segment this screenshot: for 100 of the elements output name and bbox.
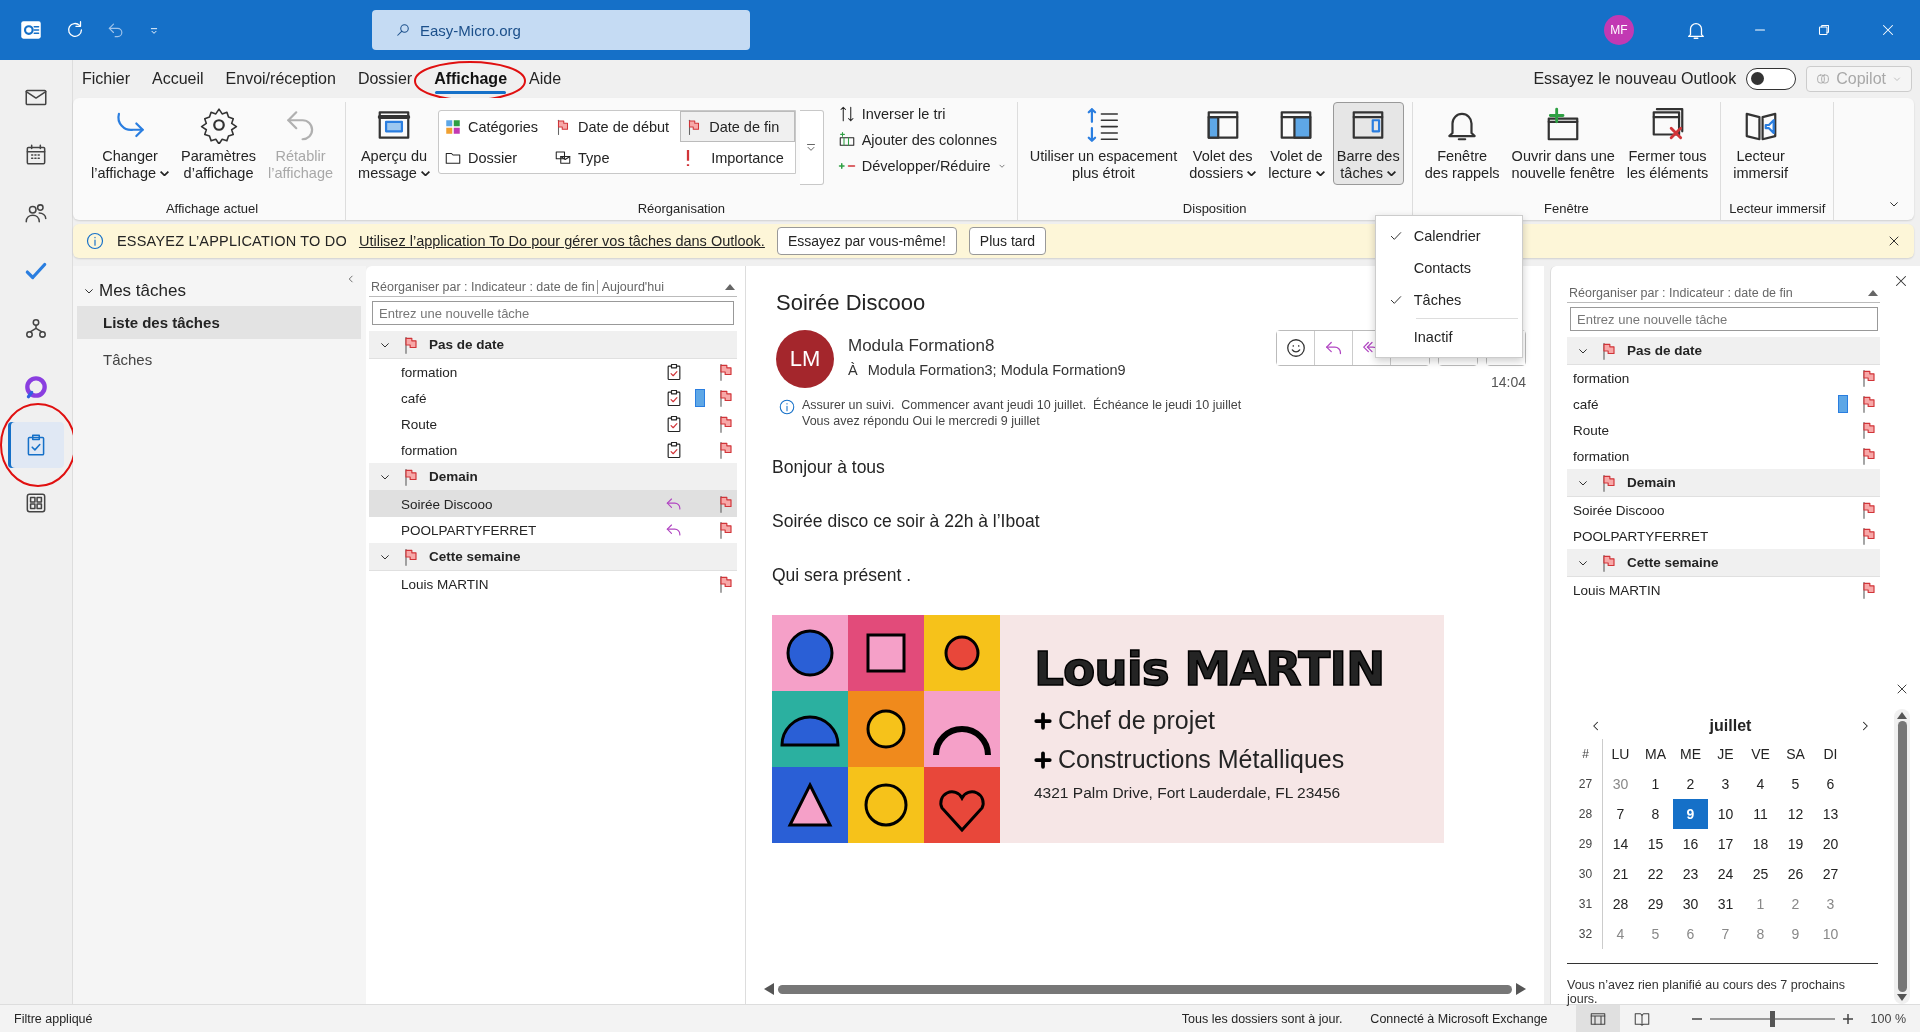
zoom-in-icon[interactable] <box>1842 1014 1853 1024</box>
calendar-day[interactable]: 10 <box>1708 799 1743 829</box>
menu-tab[interactable]: Dossier <box>348 64 422 94</box>
group-header[interactable]: Cette semaine <box>369 543 737 571</box>
calendar-day[interactable]: 11 <box>1743 799 1778 829</box>
folder-item[interactable]: Tâches <box>77 343 361 376</box>
calendar-day[interactable]: 13 <box>1813 799 1848 829</box>
task-row[interactable]: POOLPARTYFERRET <box>1567 523 1880 549</box>
ribbon-button[interactable]: Ouvrir dans une nouvelle fenêtre <box>1507 102 1619 186</box>
ribbon-button[interactable]: Changer l’affichage <box>87 102 174 186</box>
scroll-right-icon[interactable] <box>1516 983 1526 995</box>
command-button[interactable]: Ajouter des colonnes <box>835 128 1009 152</box>
banner-link[interactable]: Utilisez l’application To Do pour gérer vos tâches dans Outlook. <box>358 233 765 249</box>
calendar-day[interactable]: 6 <box>1673 919 1708 949</box>
ribbon-button[interactable]: Lecteur immersif <box>1729 102 1792 186</box>
calendar-day[interactable]: 25 <box>1743 859 1778 889</box>
ribbon-button[interactable]: Volet de lecture <box>1264 102 1329 186</box>
calendar-day[interactable]: 3 <box>1708 769 1743 799</box>
ribbon-button[interactable]: Fenêtre des rappels <box>1420 102 1504 186</box>
calendar-day[interactable]: 22 <box>1638 859 1673 889</box>
loop-icon[interactable] <box>23 374 49 400</box>
calendar-day[interactable]: 7 <box>1603 799 1638 829</box>
folder-item[interactable]: Liste des tâches <box>77 306 361 339</box>
calendar-day[interactable]: 5 <box>1638 919 1673 949</box>
calendar-day[interactable]: 18 <box>1743 829 1778 859</box>
group-header[interactable]: Pas de date <box>1567 337 1880 365</box>
vertical-scrollbar[interactable] <box>1894 709 1910 1004</box>
task-row[interactable]: Soirée Discooo <box>369 491 737 517</box>
ribbon-button[interactable]: Volet des dossiers <box>1185 102 1261 186</box>
search-field[interactable]: Easy-Micro.org <box>372 10 750 50</box>
ribbon-button[interactable]: Fermer tous les éléments <box>1622 102 1713 186</box>
calendar-day[interactable]: 2 <box>1778 889 1813 919</box>
ribbon-button[interactable]: Utiliser un espacement plus étroit <box>1025 102 1182 186</box>
calendar-day[interactable]: 17 <box>1708 829 1743 859</box>
task-row[interactable]: Route <box>1567 417 1880 443</box>
new-task-field[interactable]: Entrez une nouvelle tâche <box>1570 307 1878 331</box>
folder-header[interactable]: Mes tâches <box>73 280 192 302</box>
scroll-down-icon[interactable] <box>1897 994 1907 1001</box>
calendar-day[interactable]: 9 <box>1673 799 1708 829</box>
menu-tab[interactable]: Accueil <box>143 64 213 94</box>
group-header[interactable]: Cette semaine <box>1567 549 1880 577</box>
calendar-day[interactable]: 4 <box>1603 919 1638 949</box>
task-row[interactable]: formation <box>1567 443 1880 469</box>
arrange-option[interactable]: Importance <box>680 142 795 173</box>
task-row[interactable]: formation <box>1567 365 1880 391</box>
calendar-day[interactable]: 3 <box>1813 889 1848 919</box>
arrange-option[interactable]: Catégories <box>438 111 550 142</box>
arrange-option[interactable]: Date de fin <box>680 111 795 142</box>
group-header[interactable]: Demain <box>369 463 737 491</box>
calendar-day[interactable]: 15 <box>1638 829 1673 859</box>
calendar-day[interactable]: 1 <box>1638 769 1673 799</box>
sort-header[interactable]: Réorganiser par : Indicateur : date de fin <box>1567 284 1880 303</box>
task-row[interactable]: Route <box>369 411 737 437</box>
menu-item[interactable]: Inactif <box>1375 321 1546 354</box>
calendar-day[interactable]: 26 <box>1778 859 1813 889</box>
menu-item[interactable]: Calendrier <box>1375 220 1546 253</box>
task-row[interactable]: café <box>1567 391 1880 417</box>
arrange-option[interactable]: Date de début <box>549 111 681 142</box>
banner-button[interactable]: Essayez par vous-même! <box>776 227 957 255</box>
scroll-left-icon[interactable] <box>764 983 774 995</box>
calendar-day[interactable]: 19 <box>1778 829 1813 859</box>
task-row[interactable]: POOLPARTYFERRET <box>369 517 737 543</box>
task-row[interactable]: formation <box>369 437 737 463</box>
menu-item[interactable]: Tâches <box>1375 284 1546 317</box>
normal-view-button[interactable] <box>1575 1005 1620 1032</box>
arrange-option[interactable]: Dossier <box>438 142 550 173</box>
ribbon-button[interactable]: Paramètres d’affichage <box>177 102 260 186</box>
menu-tab[interactable]: Envoi/réception <box>216 64 345 94</box>
calendar-day[interactable]: 7 <box>1708 919 1743 949</box>
toggle-switch[interactable] <box>1746 68 1797 90</box>
calendar-day[interactable]: 29 <box>1638 889 1673 919</box>
calendar-day[interactable]: 20 <box>1813 829 1848 859</box>
calendar-day[interactable]: 16 <box>1673 829 1708 859</box>
calendar-day[interactable]: 9 <box>1778 919 1813 949</box>
calendar-day[interactable]: 14 <box>1603 829 1638 859</box>
calendar-day[interactable]: 1 <box>1743 889 1778 919</box>
calendar-day[interactable]: 6 <box>1813 769 1848 799</box>
scroll-up-icon[interactable] <box>1897 712 1907 719</box>
task-row[interactable]: Louis MARTIN <box>369 571 737 597</box>
banner-button[interactable]: Plus tard <box>968 227 1047 255</box>
calendar-day[interactable]: 4 <box>1743 769 1778 799</box>
calendar-day[interactable]: 23 <box>1673 859 1708 889</box>
calendar-day[interactable]: 31 <box>1708 889 1743 919</box>
calendar-day[interactable]: 28 <box>1603 889 1638 919</box>
calendar-day[interactable]: 8 <box>1743 919 1778 949</box>
calendar-day[interactable]: 27 <box>1813 859 1848 889</box>
group-header[interactable]: Pas de date <box>369 331 737 359</box>
task-row[interactable]: Louis MARTIN <box>1567 577 1880 603</box>
calendar-day[interactable]: 10 <box>1813 919 1848 949</box>
arrange-option[interactable]: Type <box>549 142 681 173</box>
new-task-field[interactable]: Entrez une nouvelle tâche <box>372 301 734 325</box>
calendar-day[interactable]: 30 <box>1673 889 1708 919</box>
react-button[interactable] <box>1277 331 1315 365</box>
calendar-day[interactable]: 5 <box>1778 769 1813 799</box>
calendar-day[interactable]: 12 <box>1778 799 1813 829</box>
command-button[interactable]: Développer/Réduire <box>835 154 1009 178</box>
command-button[interactable]: Inverser le tri <box>835 102 1009 126</box>
calendar-day[interactable]: 21 <box>1603 859 1638 889</box>
calendar-day[interactable]: 24 <box>1708 859 1743 889</box>
horizontal-scrollbar[interactable] <box>764 982 1526 996</box>
